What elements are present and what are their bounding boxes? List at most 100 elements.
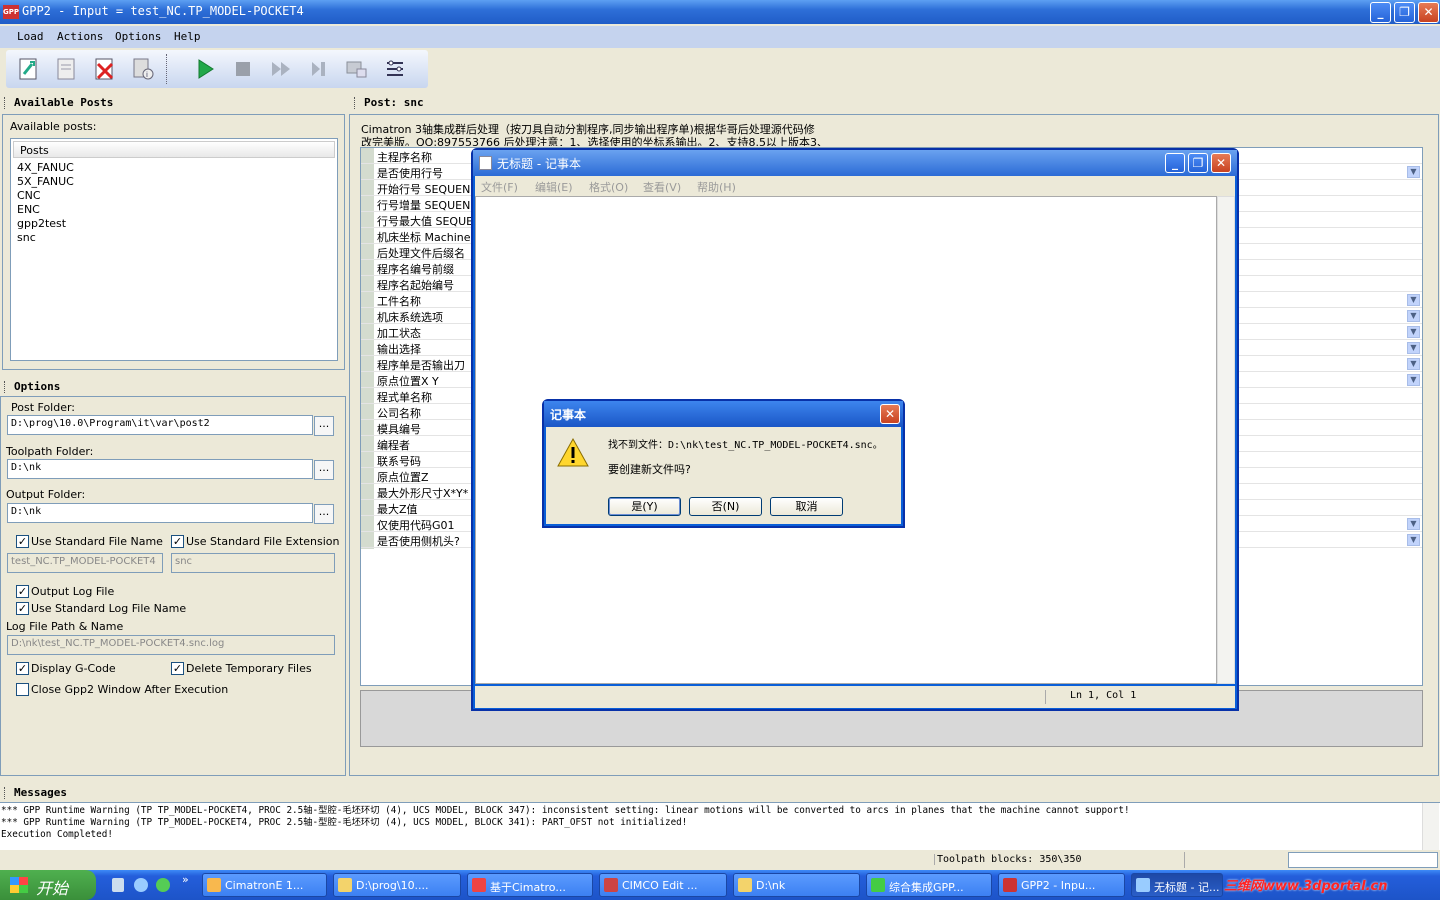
post-item[interactable]: 5X_FANUC (17, 175, 74, 188)
taskbar-button[interactable]: D:\nk (733, 873, 860, 897)
post-item[interactable]: gpp2test (17, 217, 66, 230)
param-name: 机床系统选项 (377, 311, 443, 324)
output-log-label: Output Log File (31, 585, 115, 598)
maximize-button[interactable]: ❐ (1394, 2, 1415, 23)
run-icon[interactable] (192, 56, 218, 82)
param-dropdown-icon[interactable]: ▼ (1407, 534, 1420, 546)
taskbar-button[interactable]: 基于Cimatro... (467, 873, 593, 897)
notepad-scrollbar[interactable] (1217, 196, 1235, 684)
taskbar-button[interactable]: 无标题 - 记... (1131, 873, 1223, 897)
menu-options[interactable]: Options (115, 30, 161, 43)
fast-forward-icon[interactable] (268, 56, 294, 82)
notepad-menu-file[interactable]: 文件(F) (481, 179, 518, 195)
window-title: GPP2 - Input = test_NC.TP_MODEL-POCKET4 (22, 4, 304, 18)
dialog-close-button[interactable]: ✕ (880, 404, 900, 424)
watermark: 三维网www.3dportal.cn (1224, 879, 1388, 894)
toolpath-folder-browse-button[interactable]: ... (314, 460, 334, 480)
param-dropdown-icon[interactable]: ▼ (1407, 326, 1420, 338)
warning-icon (557, 437, 589, 467)
no-button[interactable]: 否(N) (689, 497, 762, 516)
notepad-menu-help[interactable]: 帮助(H) (697, 179, 736, 195)
notepad-menu-edit[interactable]: 编辑(E) (535, 179, 573, 195)
taskbar-button[interactable]: 综合集成GPP... (866, 873, 992, 897)
param-name: 是否使用行号 (377, 167, 443, 180)
param-dropdown-icon[interactable]: ▼ (1407, 358, 1420, 370)
post-info-icon[interactable]: i (130, 56, 156, 82)
quicklaunch-more-icon[interactable]: » (182, 873, 189, 886)
toolpath-folder-input[interactable]: D:\nk (7, 459, 313, 479)
close-after-label: Close Gpp2 Window After Execution (31, 683, 229, 696)
list-settings-icon[interactable] (382, 56, 408, 82)
posts-list: Posts 4X_FANUC 5X_FANUC CNC ENC gpp2test snc (10, 138, 338, 361)
taskbar-button[interactable]: GPP2 - Inpu... (998, 873, 1125, 897)
menu-actions[interactable]: Actions (57, 30, 103, 43)
post-item[interactable]: CNC (17, 189, 41, 202)
use-std-file-ext-checkbox[interactable]: ✓ (171, 535, 184, 548)
post-item[interactable]: 4X_FANUC (17, 161, 74, 174)
taskbar-button-label: D:\nk (756, 879, 786, 892)
quicklaunch-media-icon[interactable] (156, 878, 170, 892)
post-folder-browse-button[interactable]: ... (314, 416, 334, 436)
output-log-checkbox[interactable]: ✓ (16, 585, 29, 598)
minimize-button[interactable]: _ (1370, 2, 1391, 23)
taskbar-button-label: 无标题 - 记... (1154, 881, 1220, 894)
post-panel-header: Post: snc (350, 94, 1440, 112)
output-folder-browse-button[interactable]: ... (314, 504, 334, 524)
cancel-button[interactable]: 取消 (770, 497, 843, 516)
taskbar-button-label: CimatronE 1... (225, 879, 304, 892)
edit-post-icon[interactable] (54, 56, 80, 82)
output-folder-input[interactable]: D:\nk (7, 503, 313, 523)
delete-post-icon[interactable] (92, 56, 118, 82)
quicklaunch-desktop-icon[interactable] (112, 878, 124, 892)
load-post-icon[interactable] (16, 56, 42, 82)
notepad-close-button[interactable]: ✕ (1211, 153, 1231, 173)
dialog-title-bar (544, 401, 903, 427)
param-name: 最大Z值 (377, 503, 418, 516)
param-dropdown-icon[interactable]: ▼ (1407, 166, 1420, 178)
stop-icon[interactable] (230, 56, 256, 82)
post-item[interactable]: snc (17, 231, 36, 244)
taskbar-app-icon (1136, 878, 1150, 892)
param-dropdown-icon[interactable]: ▼ (1407, 518, 1420, 530)
quicklaunch-ie-icon[interactable] (134, 878, 148, 892)
notepad-minimize-button[interactable]: _ (1165, 153, 1185, 173)
options-panel: Post Folder: D:\prog\10.0\Program\it\var… (0, 396, 346, 776)
yes-button[interactable]: 是(Y) (608, 497, 681, 516)
use-std-log-checkbox[interactable]: ✓ (16, 602, 29, 615)
taskbar-button[interactable]: D:\prog\10.... (333, 873, 461, 897)
taskbar-button[interactable]: CIMCO Edit ... (599, 873, 727, 897)
step-icon[interactable] (306, 56, 332, 82)
param-name: 开始行号 SEQUENCE (377, 183, 485, 196)
param-dropdown-icon[interactable]: ▼ (1407, 310, 1420, 322)
menu-help[interactable]: Help (174, 30, 201, 43)
menu-load[interactable]: Load (17, 30, 44, 43)
close-after-checkbox[interactable] (16, 683, 29, 696)
param-dropdown-icon[interactable]: ▼ (1407, 342, 1420, 354)
display-gcode-checkbox[interactable]: ✓ (16, 662, 29, 675)
close-button[interactable]: ✕ (1418, 2, 1439, 23)
notepad-maximize-button[interactable]: ❐ (1188, 153, 1208, 173)
posts-column-header[interactable]: Posts (13, 141, 335, 158)
param-name: 最大外形尺寸X*Y* (377, 487, 469, 500)
taskbar-button[interactable]: CimatronE 1... (202, 873, 327, 897)
messages-header: Messages (0, 784, 1440, 802)
status-bar: Toolpath blocks: 350\350 (0, 850, 1440, 870)
post-item[interactable]: ENC (17, 203, 40, 216)
use-std-log-label: Use Standard Log File Name (31, 602, 187, 615)
output-folder-label: Output Folder: (6, 488, 86, 501)
notepad-menu-view[interactable]: 查看(V) (643, 179, 681, 195)
use-std-file-name-checkbox[interactable]: ✓ (16, 535, 29, 548)
delete-temp-checkbox[interactable]: ✓ (171, 662, 184, 675)
std-file-ext-field: snc (171, 553, 335, 573)
param-dropdown-icon[interactable]: ▼ (1407, 294, 1420, 306)
messages-scrollbar[interactable] (1422, 803, 1439, 851)
toolpath-blocks-status: Toolpath blocks: 350\350 (934, 854, 1082, 865)
title-bar: GPP GPP2 - Input = test_NC.TP_MODEL-POCK… (0, 0, 1440, 24)
post-folder-input[interactable]: D:\prog\10.0\Program\it\var\post2 (7, 415, 313, 435)
simulate-icon[interactable] (344, 56, 370, 82)
options-panel-header: Options (0, 378, 348, 396)
notepad-menu-format[interactable]: 格式(O) (589, 179, 628, 195)
param-dropdown-icon[interactable]: ▼ (1407, 374, 1420, 386)
notepad-icon (479, 156, 492, 170)
use-std-file-ext-label: Use Standard File Extension (186, 535, 340, 548)
